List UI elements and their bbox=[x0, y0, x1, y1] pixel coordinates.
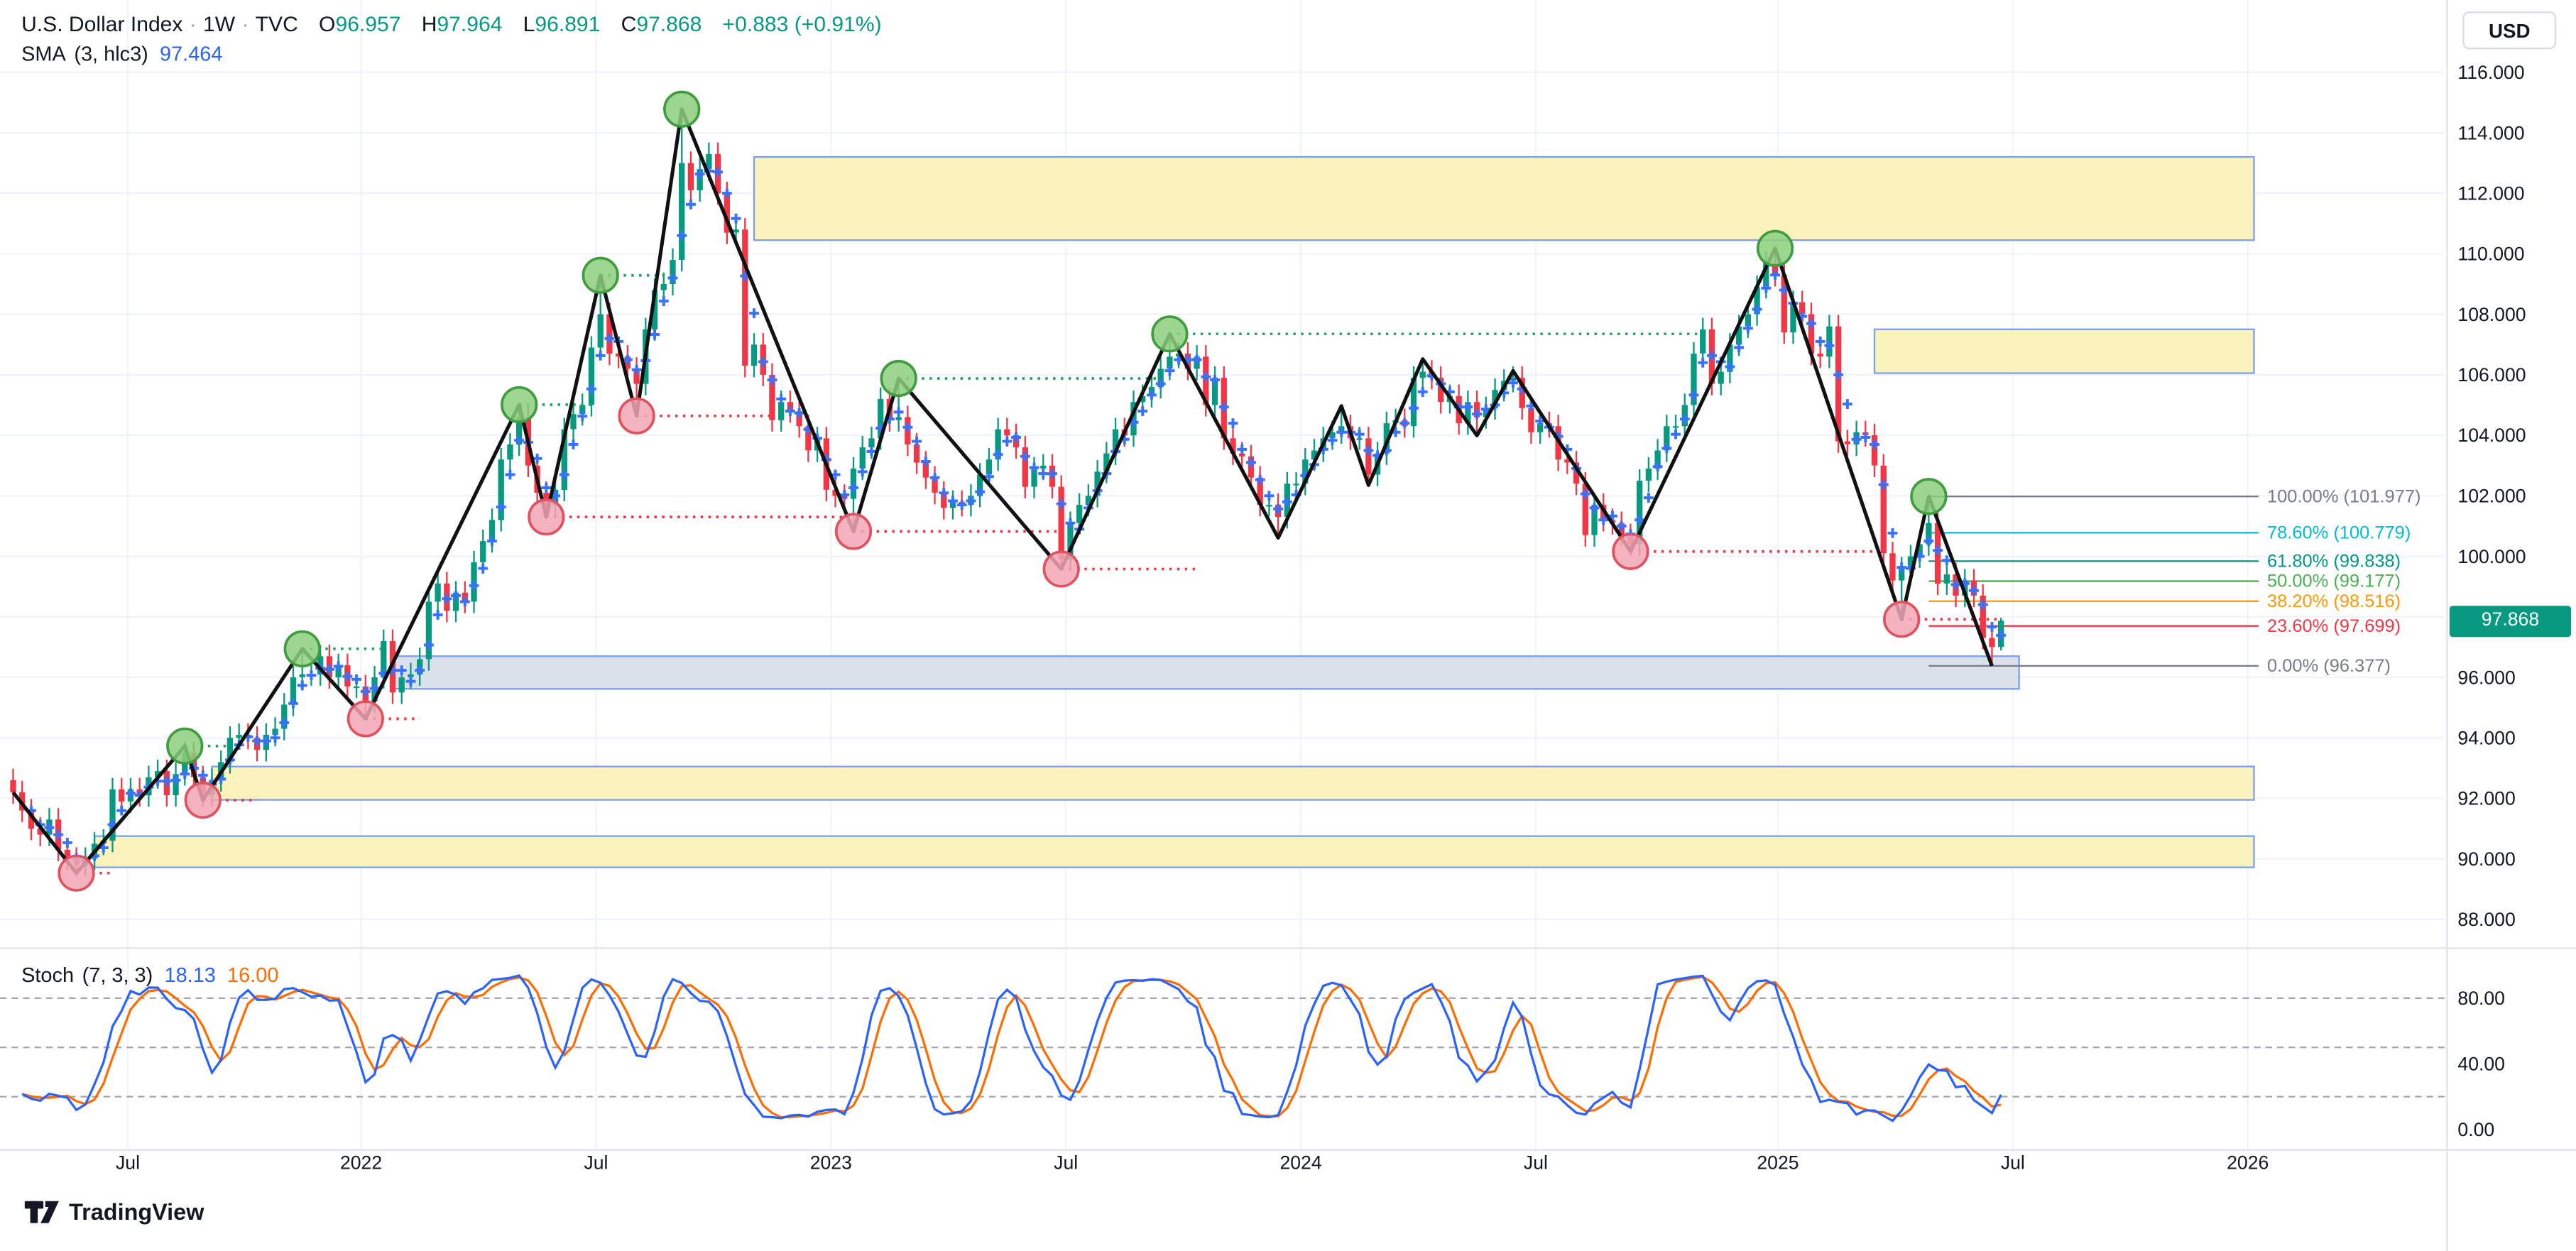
swing-low-marker[interactable] bbox=[1042, 550, 1080, 588]
time-axis[interactable]: Jul 2022 Jul 2023 Jul 2024 Jul 2025 Jul 2026 bbox=[116, 1152, 2269, 1173]
stoch-d-value: 16.00 bbox=[227, 963, 279, 987]
swing-high-marker[interactable] bbox=[582, 256, 619, 294]
svg-text:Jul: Jul bbox=[1524, 1152, 1548, 1173]
chart-stage: 100.00% (101.977) 78.60% (100.779) 61.80% … bbox=[0, 0, 2576, 1251]
swing-high-marker[interactable] bbox=[166, 727, 204, 765]
swing-low-marker[interactable] bbox=[184, 781, 222, 819]
current-price-badge: 97.868 bbox=[2449, 605, 2572, 637]
svg-text:108.000: 108.000 bbox=[2457, 304, 2526, 325]
chart-canvas[interactable]: 100.00% (101.977) 78.60% (100.779) 61.80% … bbox=[0, 0, 2576, 1251]
tradingview-logo-text: TradingView bbox=[69, 1197, 204, 1224]
fib-label: 61.80% (99.838) bbox=[2267, 551, 2401, 571]
fib-label: 38.20% (98.516) bbox=[2267, 591, 2401, 611]
svg-text:2024: 2024 bbox=[1279, 1152, 1321, 1173]
swing-high-marker[interactable] bbox=[1756, 229, 1794, 267]
svg-text:80.00: 80.00 bbox=[2457, 988, 2505, 1009]
svg-text:2025: 2025 bbox=[1757, 1152, 1799, 1173]
svg-text:96.000: 96.000 bbox=[2457, 667, 2515, 688]
swing-low-marker[interactable] bbox=[1612, 532, 1649, 570]
swing-low-marker[interactable] bbox=[58, 854, 95, 892]
stoch-legend[interactable]: Stoch (7, 3, 3) 18.13 16.00 bbox=[21, 963, 278, 986]
swing-low-marker[interactable] bbox=[834, 513, 873, 550]
swing-high-marker[interactable] bbox=[501, 386, 538, 424]
swing-low-marker[interactable] bbox=[346, 700, 384, 738]
svg-text:110.000: 110.000 bbox=[2457, 244, 2524, 265]
ohlc-open: O96.957 bbox=[319, 11, 401, 36]
demand-zone-91.9-93.0[interactable] bbox=[211, 765, 2255, 801]
svg-text:102.000: 102.000 bbox=[2457, 486, 2526, 507]
demand-zone-95.6-96.7[interactable] bbox=[391, 655, 2020, 690]
exchange-label: TVC bbox=[255, 11, 298, 36]
separator-dot: · bbox=[189, 11, 197, 36]
svg-text:Jul: Jul bbox=[584, 1152, 608, 1173]
supply-zone-110.4-113.2[interactable] bbox=[753, 155, 2255, 241]
swing-low-marker[interactable] bbox=[528, 498, 565, 536]
fib-label: 78.60% (100.779) bbox=[2267, 523, 2411, 542]
timeframe-label: 1W bbox=[203, 11, 236, 36]
fib-label: 23.60% (97.699) bbox=[2267, 616, 2401, 636]
svg-text:40.00: 40.00 bbox=[2457, 1054, 2505, 1075]
svg-text:Jul: Jul bbox=[2001, 1152, 2025, 1173]
stoch-axis[interactable]: 80.00 40.00 0.00 bbox=[2457, 988, 2505, 1140]
fib-retracement: 100.00% (101.977) 78.60% (100.779) 61.80% … bbox=[1928, 486, 2421, 676]
sma-params: (3, hlc3) bbox=[74, 43, 148, 66]
svg-text:0.00: 0.00 bbox=[2457, 1119, 2494, 1140]
swing-low-marker[interactable] bbox=[1883, 601, 1921, 638]
symbol-legend[interactable]: U.S. Dollar Index · 1W · TVC O96.957 H97.964… bbox=[21, 11, 882, 36]
svg-text:100.000: 100.000 bbox=[2457, 546, 2526, 567]
swing-low-marker[interactable] bbox=[618, 397, 655, 435]
fib-label: 50.00% (99.177) bbox=[2267, 572, 2401, 591]
svg-text:92.000: 92.000 bbox=[2457, 788, 2515, 809]
svg-text:106.000: 106.000 bbox=[2457, 364, 2526, 386]
svg-text:94.000: 94.000 bbox=[2457, 727, 2515, 748]
ohlc-low: L96.891 bbox=[523, 11, 601, 36]
stoch-title: Stoch bbox=[21, 963, 75, 987]
fib-label: 0.00% (96.377) bbox=[2267, 656, 2391, 676]
sma-value: 97.464 bbox=[160, 43, 223, 66]
symbol-title: U.S. Dollar Index bbox=[21, 11, 183, 36]
sma-title: SMA bbox=[21, 43, 66, 66]
svg-text:90.000: 90.000 bbox=[2457, 848, 2515, 870]
tradingview-window: 100.00% (101.977) 78.60% (100.779) 61.80% … bbox=[0, 0, 2576, 1251]
swing-high-marker[interactable] bbox=[880, 359, 917, 398]
tradingview-logo-icon bbox=[24, 1201, 59, 1223]
stoch-k-value: 18.13 bbox=[164, 963, 216, 987]
tradingview-logo[interactable]: TradingView bbox=[24, 1197, 204, 1225]
svg-text:Jul: Jul bbox=[1054, 1152, 1078, 1173]
svg-text:88.000: 88.000 bbox=[2457, 909, 2515, 930]
fib-label: 100.00% (101.977) bbox=[2267, 486, 2421, 506]
swing-high-marker[interactable] bbox=[283, 630, 321, 667]
change-label: +0.883 (+0.91%) bbox=[722, 11, 882, 36]
svg-text:Jul: Jul bbox=[116, 1152, 140, 1173]
separator-dot: · bbox=[241, 11, 249, 36]
sma-legend[interactable]: SMA (3, hlc3) 97.464 bbox=[21, 43, 222, 65]
ohlc-close: C97.868 bbox=[621, 11, 702, 36]
stoch-params: (7, 3, 3) bbox=[82, 963, 153, 987]
svg-text:114.000: 114.000 bbox=[2457, 122, 2524, 143]
supply-zone-106.0-107.5[interactable] bbox=[1873, 328, 2255, 374]
swing-high-marker[interactable] bbox=[1151, 315, 1189, 353]
svg-text:116.000: 116.000 bbox=[2457, 62, 2524, 83]
svg-text:104.000: 104.000 bbox=[2457, 425, 2526, 446]
price-axis[interactable]: 88.00090.00092.00094.00096.00098.000100.… bbox=[2457, 62, 2526, 930]
svg-text:112.000: 112.000 bbox=[2457, 182, 2524, 204]
ohlc-high: H97.964 bbox=[421, 11, 503, 36]
currency-button[interactable]: USD bbox=[2462, 11, 2557, 50]
swing-high-marker[interactable] bbox=[663, 90, 701, 128]
svg-text:2023: 2023 bbox=[810, 1152, 852, 1173]
demand-zone-89.7-90.7[interactable] bbox=[93, 835, 2255, 868]
swing-high-marker[interactable] bbox=[1910, 478, 1948, 515]
svg-text:2026: 2026 bbox=[2227, 1152, 2269, 1173]
svg-text:2022: 2022 bbox=[340, 1152, 382, 1173]
